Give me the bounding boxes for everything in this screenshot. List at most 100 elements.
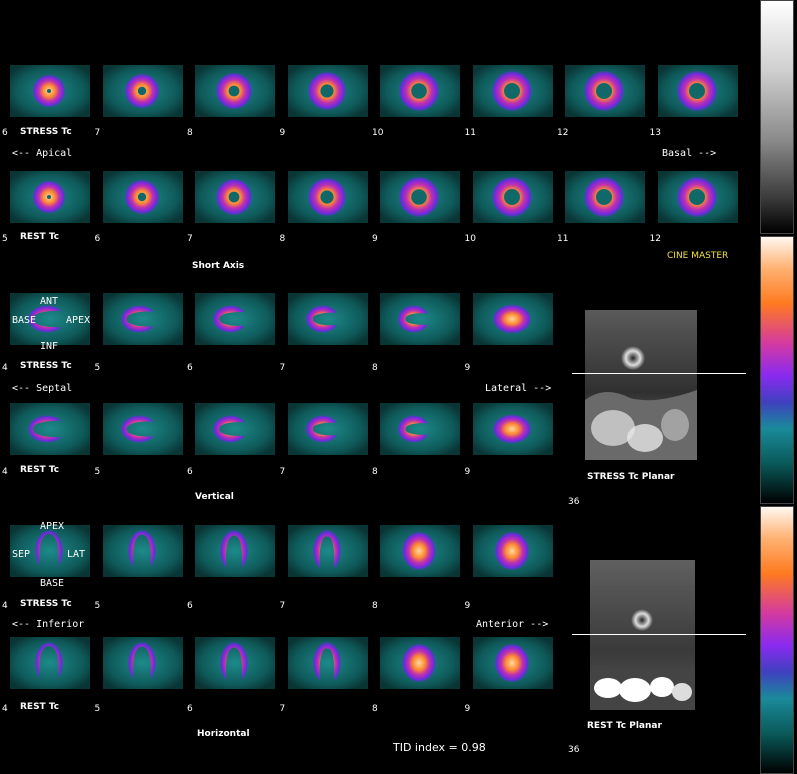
vertical-stress-slice-image[interactable] <box>282 290 372 346</box>
horizontal-rest-slice-image[interactable] <box>4 634 94 690</box>
vertical-rest-slice-number: 5 <box>94 467 101 477</box>
short-axis-rest-slice-image[interactable] <box>97 168 187 224</box>
horizontal-stress-slice-image[interactable] <box>282 522 372 578</box>
short-axis-stress-slice-number: 11 <box>464 128 476 138</box>
grayscale-colorbar <box>760 0 794 234</box>
stress-planar-label: STRESS Tc Planar <box>587 472 675 482</box>
stress-planar-frame: 36 <box>568 497 580 507</box>
horizontal-stress-slice-image[interactable] <box>374 522 464 578</box>
stress-planar-line <box>572 373 746 374</box>
vertical-rest-slice-number: 8 <box>372 467 378 477</box>
horizontal-stress-slice-image[interactable] <box>467 522 557 578</box>
short-axis-stress-slice-image[interactable] <box>467 62 557 118</box>
short-axis-rest-slice-image[interactable] <box>4 168 94 224</box>
short-axis-stress-slice-number: 13 <box>649 128 661 138</box>
vertical-rest-slice-image[interactable] <box>467 400 557 456</box>
short-axis-stress-slice-image[interactable] <box>282 62 372 118</box>
horizontal-stress-label: STRESS Tc <box>20 599 72 609</box>
short-axis-rest-slice-number: 10 <box>464 234 476 244</box>
short-axis-rest-slice-number: 5 <box>2 234 8 244</box>
vertical-stress-slice-number: 5 <box>94 363 101 373</box>
vertical-orient-right: APEX <box>66 315 91 326</box>
horizontal-orient-top: APEX <box>40 521 65 532</box>
vertical-stress-slice-image[interactable] <box>97 290 187 346</box>
horizontal-rest-slice-image[interactable] <box>97 634 187 690</box>
short-axis-stress-slice-number: 8 <box>187 128 193 138</box>
horizontal-rest-slice-number: 6 <box>187 704 193 714</box>
vertical-rest-slice-image[interactable] <box>282 400 372 456</box>
horizontal-stress-slice-number: 7 <box>279 601 286 611</box>
rest-planar-label: REST Tc Planar <box>587 721 662 731</box>
vertical-stress-slice-number: 6 <box>187 363 193 373</box>
stress-planar-image[interactable] <box>585 310 697 460</box>
horizontal-stress-slice-number: 9 <box>464 601 471 611</box>
short-axis-stress-slice-image[interactable] <box>559 62 649 118</box>
vertical-stress-slice-number: 9 <box>464 363 471 373</box>
short-axis-rest-slice-number: 8 <box>279 234 286 244</box>
horizontal-rest-slice-number: 7 <box>279 704 286 714</box>
short-axis-rest-slice-number: 11 <box>557 234 569 244</box>
short-axis-rest-slice-image[interactable] <box>189 168 279 224</box>
short-axis-rest-slice-image[interactable] <box>652 168 742 224</box>
vertical-stress-slice-image[interactable] <box>189 290 279 346</box>
cine-master-label[interactable]: CINE MASTER <box>667 251 728 261</box>
horizontal-orient-right: LAT <box>67 549 86 560</box>
horizontal-rest-slice-image[interactable] <box>374 634 464 690</box>
thermal-colorbar <box>760 236 794 504</box>
vertical-stress-slice-number: 4 <box>2 363 8 373</box>
horizontal-rest-label: REST Tc <box>20 702 60 712</box>
short-axis-stress-slice-number: 10 <box>372 128 384 138</box>
horizontal-rest-slice-image[interactable] <box>189 634 279 690</box>
horizontal-rest-slice-image[interactable] <box>467 634 557 690</box>
short-axis-stress-slice-image[interactable] <box>4 62 94 118</box>
short-axis-stress-slice-image[interactable] <box>97 62 187 118</box>
horizontal-left-direction: <-- Inferior <box>12 619 85 630</box>
rest-planar-frame: 36 <box>568 745 580 755</box>
short-axis-stress-slice-image[interactable] <box>652 62 742 118</box>
horizontal-rest-slice-number: 8 <box>372 704 378 714</box>
horizontal-rest-slice-number: 5 <box>94 704 101 714</box>
vertical-orient-left: BASE <box>12 315 37 326</box>
horizontal-stress-slice-number: 8 <box>372 601 378 611</box>
horizontal-rest-slice-number: 4 <box>2 704 8 714</box>
vertical-stress-slice-image[interactable] <box>467 290 557 346</box>
rest-planar-line <box>572 634 746 635</box>
vertical-title: Vertical <box>195 492 234 502</box>
short-axis-stress-slice-number: 9 <box>279 128 286 138</box>
thermal-colorbar-bottom <box>760 506 794 774</box>
vertical-rest-slice-image[interactable] <box>97 400 187 456</box>
vertical-rest-label: REST Tc <box>20 465 60 475</box>
tid-index: TID index = 0.98 <box>393 741 486 754</box>
short-axis-rest-slice-number: 7 <box>187 234 193 244</box>
horizontal-orient-left: SEP <box>12 549 31 560</box>
horizontal-stress-slice-image[interactable] <box>189 522 279 578</box>
vertical-rest-slice-number: 6 <box>187 467 193 477</box>
short-axis-rest-slice-number: 6 <box>94 234 101 244</box>
vertical-rest-slice-number: 4 <box>2 467 8 477</box>
vertical-stress-slice-image[interactable] <box>374 290 464 346</box>
rest-planar-image[interactable] <box>590 560 695 710</box>
short-axis-stress-slice-number: 6 <box>2 128 8 138</box>
vertical-rest-slice-image[interactable] <box>4 400 94 456</box>
short-axis-stress-slice-image[interactable] <box>374 62 464 118</box>
vertical-stress-slice-number: 7 <box>279 363 286 373</box>
short-axis-rest-slice-number: 9 <box>372 234 378 244</box>
vertical-left-direction: <-- Septal <box>12 383 73 394</box>
horizontal-stress-slice-number: 5 <box>94 601 101 611</box>
horizontal-stress-slice-image[interactable] <box>97 522 187 578</box>
horizontal-rest-slice-number: 9 <box>464 704 471 714</box>
vertical-stress-slice-number: 8 <box>372 363 378 373</box>
short-axis-rest-slice-image[interactable] <box>282 168 372 224</box>
vertical-right-direction: Lateral --> <box>485 383 552 394</box>
vertical-rest-slice-image[interactable] <box>189 400 279 456</box>
short-axis-right-direction: Basal --> <box>662 148 717 159</box>
short-axis-rest-slice-image[interactable] <box>467 168 557 224</box>
short-axis-rest-slice-image[interactable] <box>559 168 649 224</box>
short-axis-stress-slice-image[interactable] <box>189 62 279 118</box>
vertical-rest-slice-image[interactable] <box>374 400 464 456</box>
vertical-rest-slice-number: 7 <box>279 467 286 477</box>
horizontal-rest-slice-image[interactable] <box>282 634 372 690</box>
vertical-orient-top: ANT <box>40 296 59 307</box>
vertical-stress-label: STRESS Tc <box>20 361 72 371</box>
short-axis-rest-slice-image[interactable] <box>374 168 464 224</box>
